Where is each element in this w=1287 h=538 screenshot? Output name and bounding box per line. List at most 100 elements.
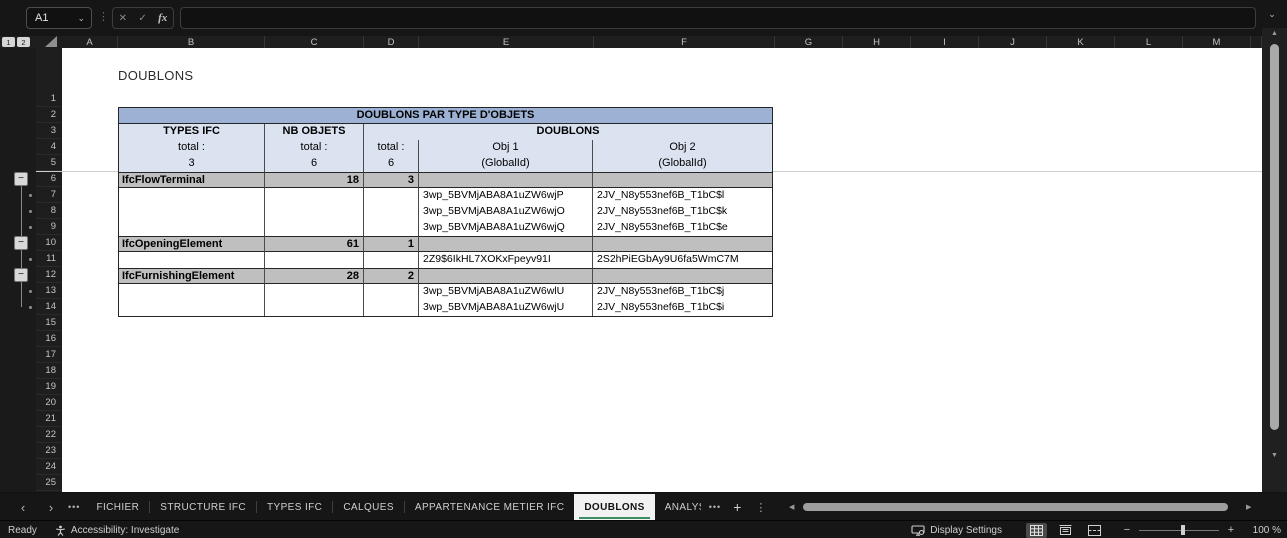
obj1-label[interactable]: Obj 1 (419, 140, 593, 156)
empty-cell[interactable] (265, 284, 364, 300)
empty-cell[interactable] (364, 188, 419, 204)
group-fill-0-obj2[interactable] (593, 172, 772, 188)
dbl-total-value[interactable]: 6 (364, 156, 419, 172)
column-header-C[interactable]: C (265, 36, 364, 48)
row-header-21[interactable]: 21 (36, 411, 62, 427)
globalid-obj1-2-1[interactable]: 3wp_5BVMjABA8A1uZW6wjU (419, 300, 593, 316)
empty-cell[interactable] (119, 300, 265, 316)
globalid-obj2-0-0[interactable]: 2JV_N8y553nef6B_T1bC$l (593, 188, 772, 204)
group-fill-2-obj2[interactable] (593, 268, 772, 284)
type-cell-IfcFurnishingElement[interactable]: IfcFurnishingElement (119, 268, 265, 284)
nb-objets-IfcOpeningElement[interactable]: 61 (265, 236, 364, 252)
globalid-obj1-2-0[interactable]: 3wp_5BVMjABA8A1uZW6wlU (419, 284, 593, 300)
empty-cell[interactable] (265, 300, 364, 316)
sheet-tab-calques[interactable]: CALQUES (333, 494, 404, 520)
row-header-6[interactable]: 6 (36, 171, 62, 187)
globalid-obj2-2-0[interactable]: 2JV_N8y553nef6B_T1bC$j (593, 284, 772, 300)
row-header-23[interactable]: 23 (36, 443, 62, 459)
column-header-J[interactable]: J (979, 36, 1047, 48)
doublons-count-IfcOpeningElement[interactable]: 1 (364, 236, 419, 252)
nb-total-label[interactable]: total : (265, 140, 364, 156)
sheet-menu-icon[interactable]: ⋮ (755, 501, 766, 514)
vertical-scrollbar[interactable]: ▲ ▼ (1262, 28, 1287, 492)
row-header-16[interactable]: 16 (36, 331, 62, 347)
sheet-tab-structure-ifc[interactable]: STRUCTURE IFC (150, 494, 256, 520)
hscroll-right-icon[interactable]: ▶ (1246, 503, 1251, 511)
sheet-tab-types-ifc[interactable]: TYPES IFC (257, 494, 332, 520)
globalid-obj2-2-1[interactable]: 2JV_N8y553nef6B_T1bC$i (593, 300, 772, 316)
column-header-B[interactable]: B (118, 36, 265, 48)
select-all-icon[interactable] (45, 36, 57, 47)
empty-cell[interactable] (265, 252, 364, 268)
sheet-tab-doublons[interactable]: DOUBLONS (574, 494, 654, 520)
sheet-tab-analys[interactable]: ANALYS (655, 494, 701, 520)
col-header-nb-objets[interactable]: NB OBJETS (265, 124, 364, 140)
enter-icon[interactable]: ✓ (138, 13, 146, 24)
row-header-7[interactable]: 7 (36, 187, 62, 203)
globalid-obj1-0-2[interactable]: 3wp_5BVMjABA8A1uZW6wjQ (419, 220, 593, 236)
formula-menu-icon[interactable]: ⋮ (98, 10, 110, 23)
row-header-12[interactable]: 12 (36, 267, 62, 283)
collapse-group-row-6-button[interactable]: − (14, 172, 28, 186)
table-header[interactable]: DOUBLONS PAR TYPE D'OBJETS (119, 108, 772, 124)
column-header-D[interactable]: D (364, 36, 419, 48)
display-settings-button[interactable]: Display Settings (911, 525, 1002, 536)
group-fill-2-obj1[interactable] (419, 268, 593, 284)
column-header-G[interactable]: G (775, 36, 843, 48)
row-header-24[interactable]: 24 (36, 459, 62, 475)
empty-cell[interactable] (119, 220, 265, 236)
row-header-3[interactable]: 3 (36, 123, 62, 139)
empty-cell[interactable] (119, 188, 265, 204)
nb-objets-IfcFlowTerminal[interactable]: 18 (265, 172, 364, 188)
hscroll-left-icon[interactable]: ◀ (789, 503, 794, 511)
empty-cell[interactable] (265, 220, 364, 236)
col-header-types-ifc[interactable]: TYPES IFC (119, 124, 265, 140)
dbl-total-label[interactable]: total : (364, 140, 419, 156)
obj2-label[interactable]: Obj 2 (593, 140, 772, 156)
row-header-15[interactable]: 15 (36, 315, 62, 331)
row-header-5[interactable]: 5 (36, 155, 62, 171)
prev-sheet-icon[interactable]: ‹ (14, 500, 32, 515)
name-box[interactable]: A1 ⌄ (26, 7, 92, 29)
globalid-obj1-1-0[interactable]: 2Z9$6IkHL7XOKxFpeyv91I (419, 252, 593, 268)
zoom-slider[interactable] (1139, 530, 1219, 531)
more-tabs-left-icon[interactable]: ••• (68, 502, 80, 512)
row-header-22[interactable]: 22 (36, 427, 62, 443)
row-header-2[interactable]: 2 (36, 107, 62, 123)
empty-cell[interactable] (364, 284, 419, 300)
row-header-18[interactable]: 18 (36, 363, 62, 379)
column-header-M[interactable]: M (1183, 36, 1251, 48)
nb-objets-IfcFurnishingElement[interactable]: 28 (265, 268, 364, 284)
collapse-group-row-10-button[interactable]: − (14, 236, 28, 250)
collapse-group-row-12-button[interactable]: − (14, 268, 28, 282)
name-box-dropdown-icon[interactable]: ⌄ (77, 13, 85, 24)
globalid-obj1-0-0[interactable]: 3wp_5BVMjABA8A1uZW6wjP (419, 188, 593, 204)
sheet-tab-fichier[interactable]: FICHIER (86, 494, 149, 520)
status-accessibility[interactable]: Accessibility: Investigate (71, 525, 179, 536)
outline-level-1-button[interactable]: 1 (2, 37, 15, 47)
row-header-25[interactable]: 25 (36, 475, 62, 491)
doublons-count-IfcFlowTerminal[interactable]: 3 (364, 172, 419, 188)
zoom-level[interactable]: 100 % (1247, 525, 1281, 536)
column-header-H[interactable]: H (843, 36, 911, 48)
normal-view-button[interactable] (1026, 523, 1047, 538)
row-header-14[interactable]: 14 (36, 299, 62, 315)
group-fill-0-obj1[interactable] (419, 172, 593, 188)
row-header-20[interactable]: 20 (36, 395, 62, 411)
types-total-value[interactable]: 3 (119, 156, 265, 172)
empty-cell[interactable] (119, 252, 265, 268)
page-layout-view-button[interactable] (1055, 523, 1076, 538)
page-break-view-button[interactable] (1084, 523, 1105, 538)
zoom-slider-thumb[interactable] (1181, 525, 1185, 535)
empty-cell[interactable] (364, 300, 419, 316)
empty-cell[interactable] (364, 204, 419, 220)
column-header-I[interactable]: I (911, 36, 979, 48)
column-header-A[interactable]: A (62, 36, 118, 48)
obj2-globalid-label[interactable]: (GlobalId) (593, 156, 772, 172)
globalid-obj2-1-0[interactable]: 2S2hPiEGbAy9U6fa5WmC7M (593, 252, 772, 268)
sheet-tab-appartenance-metier-ifc[interactable]: APPARTENANCE METIER IFC (405, 494, 574, 520)
empty-cell[interactable] (265, 204, 364, 220)
row-header-11[interactable]: 11 (36, 251, 62, 267)
column-header-K[interactable]: K (1047, 36, 1115, 48)
row-header-1[interactable]: 1 (36, 48, 62, 107)
